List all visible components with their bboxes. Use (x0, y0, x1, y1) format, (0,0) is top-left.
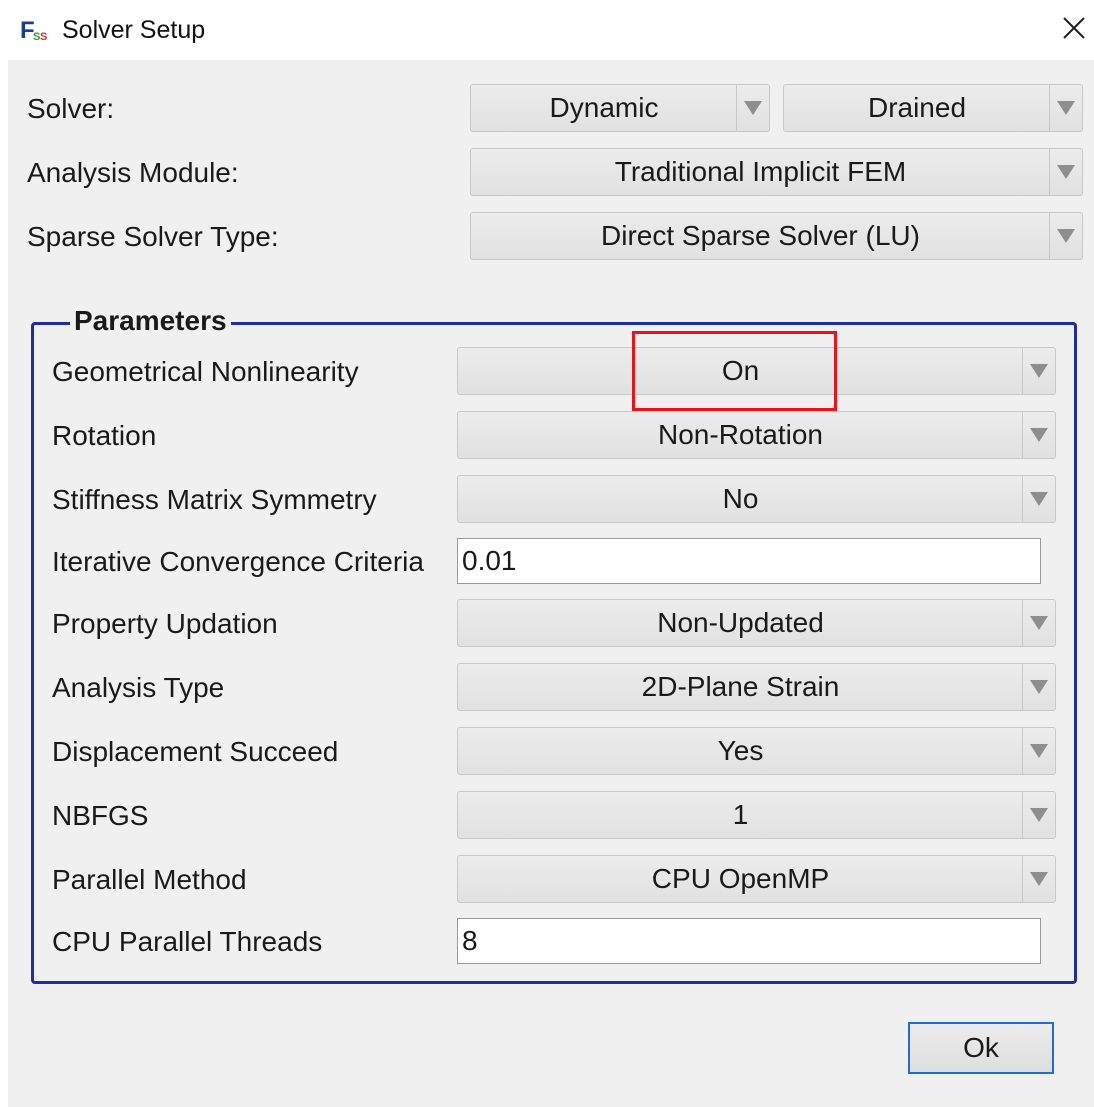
parallel-method-value: CPU OpenMP (651, 863, 830, 894)
parallel-method-label: Parallel Method (52, 864, 247, 895)
cpu-parallel-threads-label: CPU Parallel Threads (52, 926, 323, 957)
svg-text:S: S (40, 31, 47, 43)
geometrical-nonlinearity-label: Geometrical Nonlinearity (52, 356, 359, 387)
chevron-down-icon[interactable] (1049, 85, 1082, 131)
sparse-solver-value: Direct Sparse Solver (LU) (601, 220, 920, 251)
stiffness-matrix-symmetry-value: No (722, 483, 759, 514)
parameters-title: Parameters (70, 304, 231, 338)
iterative-convergence-label: Iterative Convergence Criteria (52, 546, 424, 577)
chevron-down-icon[interactable] (736, 85, 769, 131)
sparse-solver-dropdown[interactable]: Direct Sparse Solver (LU) (470, 212, 1083, 260)
chevron-down-icon[interactable] (1049, 213, 1082, 259)
chevron-down-icon[interactable] (1022, 664, 1055, 710)
chevron-down-icon[interactable] (1022, 476, 1055, 522)
chevron-down-icon[interactable] (1022, 600, 1055, 646)
analysis-module-value: Traditional Implicit FEM (614, 156, 907, 187)
fss-logo-icon: F S S (20, 17, 47, 44)
chevron-down-icon[interactable] (1049, 149, 1082, 195)
displacement-succeed-label: Displacement Succeed (52, 736, 339, 767)
close-icon[interactable] (1056, 12, 1090, 46)
rotation-dropdown[interactable]: Non-Rotation (457, 411, 1056, 459)
chevron-down-icon[interactable] (1022, 412, 1055, 458)
rotation-label: Rotation (52, 420, 157, 451)
iterative-convergence-field[interactable]: 0.01 (457, 538, 1041, 584)
property-updation-value: Non-Updated (657, 607, 824, 638)
nbfgs-label: NBFGS (52, 800, 149, 831)
ok-button[interactable]: Ok (908, 1022, 1054, 1074)
chevron-down-icon[interactable] (1022, 728, 1055, 774)
solver-type-dropdown[interactable]: Dynamic (470, 84, 770, 132)
sparse-solver-label: Sparse Solver Type: (27, 221, 279, 252)
parallel-method-dropdown[interactable]: CPU OpenMP (457, 855, 1056, 903)
window-title: Solver Setup (62, 16, 206, 44)
nbfgs-dropdown[interactable]: 1 (457, 791, 1056, 839)
displacement-succeed-value: Yes (717, 735, 764, 766)
stiffness-matrix-symmetry-dropdown[interactable]: No (457, 475, 1056, 523)
cpu-parallel-threads-field[interactable]: 8 (457, 918, 1041, 964)
analysis-module-label: Analysis Module: (27, 157, 239, 188)
stiffness-matrix-symmetry-label: Stiffness Matrix Symmetry (52, 484, 377, 515)
chevron-down-icon[interactable] (1022, 792, 1055, 838)
drainage-dropdown[interactable]: Drained (783, 84, 1083, 132)
property-updation-label: Property Updation (52, 608, 278, 639)
analysis-module-dropdown[interactable]: Traditional Implicit FEM (470, 148, 1083, 196)
chevron-down-icon[interactable] (1022, 856, 1055, 902)
analysis-type-value: 2D-Plane Strain (641, 671, 840, 702)
solver-label: Solver: (27, 93, 115, 124)
title-bar: F S S Solver Setup (0, 0, 1094, 60)
displacement-succeed-dropdown[interactable]: Yes (457, 727, 1056, 775)
nbfgs-value: 1 (732, 799, 749, 830)
drainage-value: Drained (867, 92, 967, 123)
highlight-box (632, 331, 837, 411)
property-updation-dropdown[interactable]: Non-Updated (457, 599, 1056, 647)
analysis-type-dropdown[interactable]: 2D-Plane Strain (457, 663, 1056, 711)
solver-type-value: Dynamic (549, 92, 659, 123)
rotation-value: Non-Rotation (658, 419, 823, 450)
analysis-type-label: Analysis Type (52, 672, 225, 703)
chevron-down-icon[interactable] (1022, 348, 1055, 394)
